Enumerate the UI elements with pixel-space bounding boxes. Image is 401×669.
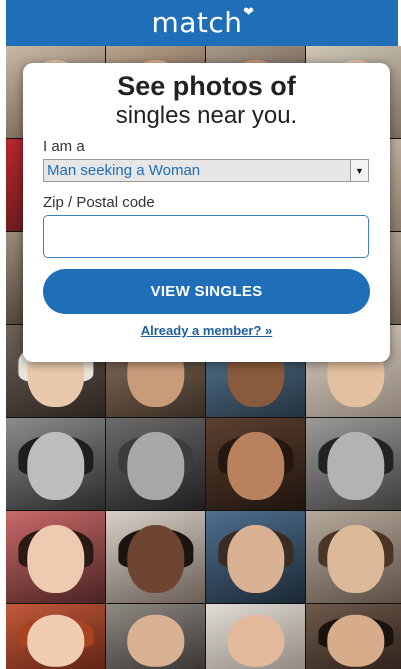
profile-photo bbox=[206, 511, 305, 603]
match-logo[interactable]: match ❤ bbox=[151, 5, 255, 39]
signup-card: See photos of singles near you. I am a M… bbox=[23, 63, 390, 362]
seeking-select-value: Man seeking a Woman bbox=[47, 162, 201, 179]
profile-photo bbox=[306, 418, 401, 510]
profile-photo bbox=[106, 604, 205, 669]
zip-input[interactable] bbox=[43, 215, 369, 258]
profile-photo-face bbox=[26, 614, 85, 668]
profile-photo bbox=[6, 511, 105, 603]
already-member-link[interactable]: Already a member? » bbox=[23, 323, 390, 338]
profile-photo bbox=[106, 418, 205, 510]
profile-photo-face bbox=[326, 431, 385, 500]
profile-photo-face bbox=[326, 614, 385, 668]
profile-photo-face bbox=[126, 614, 185, 668]
profile-photo bbox=[306, 511, 401, 603]
profile-photo-face bbox=[126, 524, 185, 593]
profile-photo bbox=[206, 604, 305, 669]
zip-label: Zip / Postal code bbox=[43, 194, 155, 211]
profile-photo-face bbox=[226, 614, 285, 668]
profile-photo-face bbox=[26, 524, 85, 593]
profile-photo bbox=[106, 511, 205, 603]
card-subheadline: singles near you. bbox=[115, 102, 298, 129]
profile-photo-face bbox=[326, 524, 385, 593]
seeking-label: I am a bbox=[43, 138, 85, 155]
profile-photo bbox=[6, 604, 105, 669]
profile-photo-face bbox=[26, 431, 85, 500]
header-bar: match ❤ bbox=[6, 0, 398, 46]
view-singles-button[interactable]: VIEW SINGLES bbox=[43, 269, 370, 314]
chevron-down-icon[interactable]: ▼ bbox=[350, 160, 368, 181]
heart-icon: ❤ bbox=[243, 5, 255, 20]
page: match ❤ See photos of singles near you. … bbox=[0, 0, 401, 669]
profile-photo bbox=[206, 418, 305, 510]
logo-text: match bbox=[151, 6, 243, 39]
profile-photo-face bbox=[226, 431, 285, 500]
profile-photo bbox=[306, 604, 401, 669]
seeking-select[interactable]: Man seeking a Woman ▼ bbox=[43, 159, 369, 182]
profile-photo bbox=[6, 418, 105, 510]
card-headline: See photos of bbox=[117, 71, 296, 101]
profile-photo-face bbox=[126, 431, 185, 500]
profile-photo-face bbox=[226, 524, 285, 593]
